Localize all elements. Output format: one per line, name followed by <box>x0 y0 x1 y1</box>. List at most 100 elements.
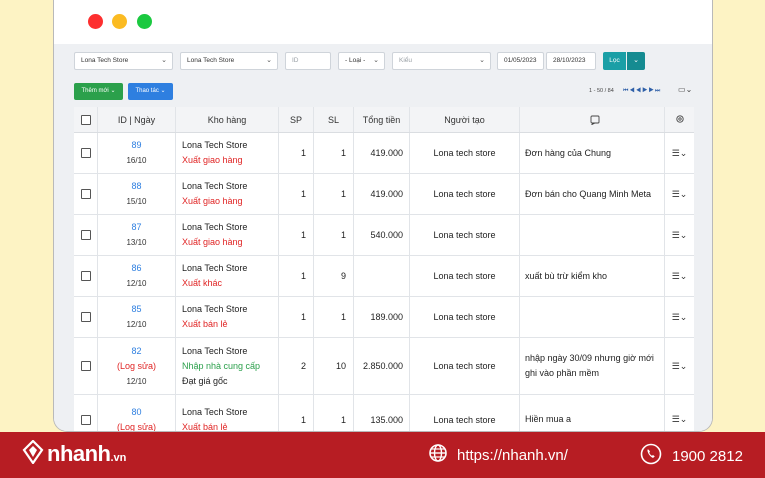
order-id-link[interactable]: 85 <box>131 302 141 317</box>
row-checkbox[interactable] <box>80 230 91 240</box>
actions-button[interactable]: Thao tác ⌄ <box>128 83 173 100</box>
brand-suffix: .vn <box>110 452 127 464</box>
row-checkbox[interactable] <box>80 148 91 158</box>
row-checkbox[interactable] <box>80 312 91 322</box>
transaction-type: Xuất giao hàng <box>182 155 243 165</box>
hotline-number[interactable]: 1900 2812 <box>672 448 743 465</box>
store-select-2[interactable]: Lona Tech Store ⌄ <box>180 52 278 70</box>
header-creator[interactable]: Người tạo <box>410 107 520 132</box>
row-menu-button[interactable]: ☰⌄ <box>665 338 694 394</box>
warehouse-name: Lona Tech Store <box>182 304 248 314</box>
header-warehouse[interactable]: Kho hàng <box>176 107 279 132</box>
order-date: 12/10 <box>126 376 147 386</box>
note-cell: Hiền mua a <box>520 395 665 431</box>
order-id-link[interactable]: 88 <box>131 179 141 194</box>
row-menu-button[interactable]: ☰⌄ <box>665 215 694 255</box>
table-row[interactable]: 82 (Log sửa) 12/10 Lona Tech Store Nhập nhà … <box>74 338 694 395</box>
globe-icon <box>428 443 448 467</box>
table-row[interactable]: 88 15/10 Lona Tech Store Xuất giao hàng 1 1 41… <box>74 174 694 215</box>
select-all-checkbox[interactable] <box>80 114 91 125</box>
kind-select[interactable]: Kiểu ⌄ <box>392 52 491 70</box>
website-url[interactable]: https://nhanh.vn/ <box>457 447 568 464</box>
filter-button[interactable]: Lọc <box>603 52 626 70</box>
row-select-cell <box>74 395 98 431</box>
table-row[interactable]: 87 13/10 Lona Tech Store Xuất giao hàng 1 1 54… <box>74 215 694 256</box>
gear-icon <box>675 114 685 126</box>
total-cell: 540.000 <box>354 215 410 255</box>
order-date: 12/10 <box>126 320 147 329</box>
type-select[interactable]: - Loại - ⌄ <box>338 52 385 70</box>
pagination-nav: ⏮◀◀▶▶⏭ <box>623 85 661 97</box>
row-menu-button[interactable]: ☰⌄ <box>665 395 694 431</box>
add-new-button[interactable]: Thêm mới ⌄ <box>74 83 123 100</box>
date-from-input[interactable]: 01/05/2023 <box>497 52 544 70</box>
order-date: 13/10 <box>126 238 147 247</box>
creator-cell: Lona tech store <box>410 297 520 337</box>
transaction-type: Xuất giao hàng <box>182 196 243 206</box>
header-settings[interactable] <box>665 107 694 132</box>
menu-icon: ☰⌄ <box>671 147 688 158</box>
note-icon <box>590 115 600 125</box>
actions-label: Thao tác <box>135 88 159 94</box>
store-select-1[interactable]: Lona Tech Store ⌄ <box>74 52 173 70</box>
row-checkbox[interactable] <box>80 361 91 371</box>
order-id-link[interactable]: 82 <box>131 344 141 359</box>
creator-cell: Lona tech store <box>410 133 520 173</box>
date-to-input[interactable]: 28/10/2023 <box>546 52 596 70</box>
row-checkbox[interactable] <box>80 189 91 199</box>
next-page-icon[interactable]: ▶▶ <box>642 88 655 94</box>
warehouse-cell: Lona Tech Store Xuất khác <box>176 256 279 296</box>
row-menu-button[interactable]: ☰⌄ <box>665 133 694 173</box>
note-cell: xuất bù trừ kiểm kho <box>520 256 665 296</box>
minimize-window-button[interactable] <box>112 14 127 29</box>
sp-cell: 1 <box>279 133 314 173</box>
table-row[interactable]: 80 (Log sửa) Lona Tech Store Xuất bán lẻ 1 1 1… <box>74 395 694 432</box>
creator-cell: Lona tech store <box>410 174 520 214</box>
warehouse-name: Lona Tech Store <box>182 345 248 356</box>
sl-cell: 1 <box>314 395 354 431</box>
order-id-link[interactable]: 80 <box>131 405 141 420</box>
transaction-type: Xuất khác <box>182 278 223 288</box>
creator-cell: Lona tech store <box>410 395 520 431</box>
maximize-window-button[interactable] <box>137 14 152 29</box>
nhanh-logo-icon <box>22 438 44 469</box>
row-checkbox[interactable] <box>80 271 91 281</box>
column-toggle-button[interactable]: ▭⌄ <box>678 84 692 96</box>
order-date: 15/10 <box>126 197 147 206</box>
note-cell <box>520 215 665 255</box>
store-select-2-value: Lona Tech Store <box>187 57 235 64</box>
edit-log-link[interactable]: (Log sửa) <box>117 420 156 432</box>
edit-log-link[interactable]: (Log sửa) <box>117 359 156 374</box>
row-menu-button[interactable]: ☰⌄ <box>665 174 694 214</box>
header-total[interactable]: Tổng tiền <box>354 107 410 132</box>
order-id-link[interactable]: 87 <box>131 220 141 235</box>
data-table: ID | Ngày Kho hàng SP SL Tổng tiền Người… <box>74 107 694 432</box>
transaction-type: Nhập nhà cung cấp <box>182 360 261 371</box>
table-row[interactable]: 85 12/10 Lona Tech Store Xuất bán lẻ 1 1 189.0… <box>74 297 694 338</box>
filter-dropdown-button[interactable]: ⌄ <box>627 52 645 70</box>
order-id-link[interactable]: 89 <box>131 138 141 153</box>
row-menu-button[interactable]: ☰⌄ <box>665 297 694 337</box>
columns-icon: ▭ <box>678 85 686 94</box>
close-window-button[interactable] <box>88 14 103 29</box>
last-page-icon[interactable]: ⏭ <box>655 88 661 94</box>
id-input[interactable]: ID <box>285 52 331 70</box>
note-cell: nhập ngày 30/09 nhưng giờ mới ghi vào ph… <box>520 338 665 394</box>
id-date-cell: 85 12/10 <box>98 297 176 337</box>
row-select-cell <box>74 215 98 255</box>
header-sl[interactable]: SL <box>314 107 354 132</box>
row-select-cell <box>74 297 98 337</box>
sp-cell: 1 <box>279 297 314 337</box>
row-menu-button[interactable]: ☰⌄ <box>665 256 694 296</box>
main-content: Lona Tech Store ⌄ Lona Tech Store ⌄ ID -… <box>54 44 712 432</box>
prev-page-icon[interactable]: ◀◀ <box>629 88 642 94</box>
menu-icon: ☰⌄ <box>671 311 688 322</box>
table-row[interactable]: 89 16/10 Lona Tech Store Xuất giao hàng 1 1 41… <box>74 133 694 174</box>
id-date-cell: 86 12/10 <box>98 256 176 296</box>
order-id-link[interactable]: 86 <box>131 261 141 276</box>
chevron-down-icon: ⌄ <box>373 57 379 64</box>
header-sp[interactable]: SP <box>279 107 314 132</box>
header-id-date[interactable]: ID | Ngày <box>98 107 176 132</box>
table-row[interactable]: 86 12/10 Lona Tech Store Xuất khác 1 9 Lona te… <box>74 256 694 297</box>
row-checkbox[interactable] <box>80 414 91 425</box>
